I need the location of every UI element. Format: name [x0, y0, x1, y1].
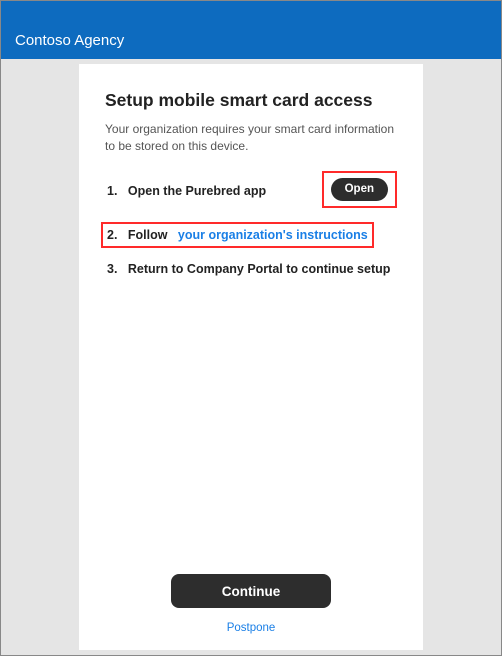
page-title: Setup mobile smart card access: [105, 90, 397, 111]
page-subtitle: Your organization requires your smart ca…: [105, 121, 397, 155]
content-stage: Setup mobile smart card access Your orga…: [1, 59, 501, 655]
step-3-text: 3. Return to Company Portal to continue …: [105, 260, 392, 278]
org-title: Contoso Agency: [15, 32, 124, 49]
step-2-highlight: 2. Follow your organization's instructio…: [105, 226, 370, 244]
org-instructions-link[interactable]: your organization's instructions: [178, 228, 368, 242]
step-2-row: 2. Follow your organization's instructio…: [105, 226, 397, 244]
step-1-row: 1. Open the Purebred app Open: [105, 173, 397, 210]
step-3-label: Return to Company Portal to continue set…: [128, 262, 391, 276]
step-1-label: Open the Purebred app: [128, 184, 266, 198]
setup-card: Setup mobile smart card access Your orga…: [79, 64, 423, 650]
step-3-row: 3. Return to Company Portal to continue …: [105, 260, 397, 278]
open-button[interactable]: Open: [331, 178, 388, 201]
step-1-text: 1. Open the Purebred app: [105, 182, 268, 200]
app-header: Contoso Agency: [1, 1, 501, 59]
postpone-link[interactable]: Postpone: [105, 622, 397, 634]
step-1-number: 1.: [107, 184, 117, 198]
continue-button[interactable]: Continue: [171, 574, 331, 608]
step-3-number: 3.: [107, 262, 117, 276]
open-highlight: Open: [322, 171, 397, 208]
step-2-prefix: Follow: [128, 228, 168, 242]
step-2-number: 2.: [107, 228, 117, 242]
